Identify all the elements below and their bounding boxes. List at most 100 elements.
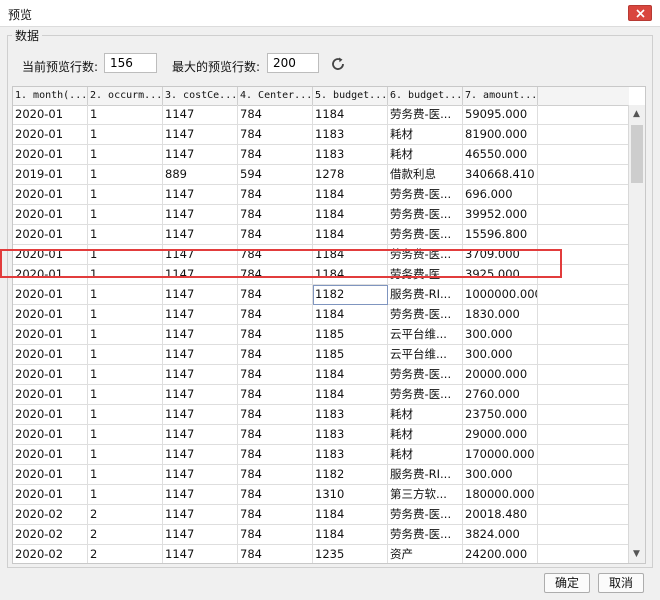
table-cell[interactable]: 784 — [238, 465, 313, 485]
max-rows-input[interactable] — [267, 53, 319, 73]
table-cell[interactable]: 784 — [238, 345, 313, 365]
table-cell[interactable]: 劳务费-医... — [388, 185, 463, 205]
table-cell[interactable]: 劳务费-医... — [388, 225, 463, 245]
table-cell[interactable]: 1184 — [313, 205, 388, 225]
table-cell[interactable]: 借款利息 — [388, 165, 463, 185]
table-cell[interactable]: 784 — [238, 105, 313, 125]
table-cell[interactable]: 784 — [238, 265, 313, 285]
table-cell[interactable]: 20000.000 — [463, 365, 538, 385]
table-cell[interactable]: 劳务费-医... — [388, 205, 463, 225]
table-cell[interactable]: 784 — [238, 385, 313, 405]
table-cell[interactable]: 3824.000 — [463, 525, 538, 545]
table-cell[interactable]: 1185 — [313, 345, 388, 365]
table-cell[interactable]: 劳务费-医... — [388, 245, 463, 265]
table-row[interactable]: 2020-01 1 1147 784 1183 耗材 46550.000 — [13, 145, 629, 165]
table-cell[interactable]: 1 — [88, 165, 163, 185]
table-cell[interactable]: 784 — [238, 485, 313, 505]
table-cell[interactable]: 2020-01 — [13, 405, 88, 425]
table-cell[interactable]: 服务费-RI... — [388, 285, 463, 305]
table-cell[interactable]: 2020-01 — [13, 345, 88, 365]
table-cell[interactable]: 46550.000 — [463, 145, 538, 165]
table-cell[interactable]: 784 — [238, 405, 313, 425]
table-cell[interactable]: 180000.000 — [463, 485, 538, 505]
table-cell[interactable]: 39952.000 — [463, 205, 538, 225]
table-cell[interactable]: 劳务费-医... — [388, 265, 463, 285]
table-row[interactable]: 2020-01 1 1147 784 1184 劳务费-医... 3925.000 — [13, 265, 629, 285]
table-row[interactable]: 2020-01 1 1147 784 1182 服务费-RI... 1000000.000 — [13, 285, 629, 305]
table-cell[interactable]: 服务费-RI... — [388, 465, 463, 485]
column-header-1[interactable]: 1. month(... — [13, 87, 88, 105]
table-cell[interactable]: 2020-01 — [13, 205, 88, 225]
table-cell[interactable]: 1147 — [163, 105, 238, 125]
table-row[interactable]: 2020-02 2 1147 784 1184 劳务费-医... 20018.480 — [13, 505, 629, 525]
table-cell[interactable]: 2020-01 — [13, 425, 88, 445]
table-row[interactable]: 2019-01 1 889 594 1278 借款利息 340668.410 — [13, 165, 629, 185]
table-cell[interactable]: 1147 — [163, 245, 238, 265]
column-header-4[interactable]: 4. Center... — [238, 87, 313, 105]
table-cell[interactable]: 1183 — [313, 405, 388, 425]
table-cell[interactable]: 1184 — [313, 105, 388, 125]
table-cell[interactable]: 1185 — [313, 325, 388, 345]
table-cell[interactable]: 1147 — [163, 385, 238, 405]
table-cell[interactable]: 2020-01 — [13, 305, 88, 325]
table-cell[interactable]: 784 — [238, 185, 313, 205]
table-cell[interactable]: 784 — [238, 225, 313, 245]
table-cell[interactable]: 23750.000 — [463, 405, 538, 425]
table-cell[interactable]: 2 — [88, 505, 163, 525]
table-cell[interactable]: 1830.000 — [463, 305, 538, 325]
table-cell[interactable]: 784 — [238, 285, 313, 305]
table-cell[interactable]: 784 — [238, 425, 313, 445]
table-cell[interactable]: 2020-01 — [13, 325, 88, 345]
refresh-icon[interactable] — [329, 55, 347, 73]
table-cell[interactable]: 784 — [238, 205, 313, 225]
table-cell[interactable]: 784 — [238, 145, 313, 165]
table-cell[interactable]: 300.000 — [463, 345, 538, 365]
table-cell[interactable]: 1147 — [163, 305, 238, 325]
table-cell[interactable]: 2 — [88, 545, 163, 563]
table-cell[interactable]: 1 — [88, 305, 163, 325]
table-cell[interactable]: 1147 — [163, 445, 238, 465]
table-cell[interactable]: 2020-01 — [13, 125, 88, 145]
table-cell[interactable]: 2020-01 — [13, 185, 88, 205]
table-cell[interactable]: 耗材 — [388, 145, 463, 165]
table-cell[interactable]: 2020-01 — [13, 485, 88, 505]
table-cell[interactable]: 1183 — [313, 145, 388, 165]
table-row[interactable]: 2020-01 1 1147 784 1183 耗材 23750.000 — [13, 405, 629, 425]
table-cell[interactable]: 1147 — [163, 505, 238, 525]
table-cell[interactable]: 1147 — [163, 145, 238, 165]
table-cell[interactable]: 1147 — [163, 285, 238, 305]
table-cell[interactable]: 1 — [88, 365, 163, 385]
table-cell[interactable]: 1147 — [163, 185, 238, 205]
table-cell[interactable]: 1183 — [313, 125, 388, 145]
table-row[interactable]: 2020-02 2 1147 784 1184 劳务费-医... 3824.000 — [13, 525, 629, 545]
table-cell[interactable]: 1182 — [313, 285, 388, 305]
table-cell[interactable]: 2019-01 — [13, 165, 88, 185]
table-cell[interactable]: 340668.410 — [463, 165, 538, 185]
table-cell[interactable]: 2020-01 — [13, 385, 88, 405]
table-row[interactable]: 2020-01 1 1147 784 1183 耗材 29000.000 — [13, 425, 629, 445]
table-cell[interactable]: 2760.000 — [463, 385, 538, 405]
table-row[interactable]: 2020-02 2 1147 784 1235 资产 24200.000 — [13, 545, 629, 563]
table-cell[interactable]: 劳务费-医... — [388, 305, 463, 325]
table-cell[interactable]: 1 — [88, 485, 163, 505]
current-rows-input[interactable] — [104, 53, 157, 73]
table-cell[interactable]: 1184 — [313, 225, 388, 245]
column-header-6[interactable]: 6. budget... — [388, 87, 463, 105]
table-cell[interactable]: 1 — [88, 385, 163, 405]
table-cell[interactable]: 784 — [238, 505, 313, 525]
vertical-scrollbar[interactable]: ▲ ▼ — [628, 105, 645, 563]
table-cell[interactable]: 劳务费-医... — [388, 365, 463, 385]
table-cell[interactable]: 20018.480 — [463, 505, 538, 525]
table-cell[interactable]: 1 — [88, 325, 163, 345]
table-cell[interactable]: 1310 — [313, 485, 388, 505]
table-cell[interactable]: 1 — [88, 265, 163, 285]
column-header-7[interactable]: 7. amount... — [463, 87, 538, 105]
table-cell[interactable]: 1 — [88, 445, 163, 465]
table-cell[interactable]: 2020-02 — [13, 505, 88, 525]
table-row[interactable]: 2020-01 1 1147 784 1184 劳务费-医... 2760.000 — [13, 385, 629, 405]
table-cell[interactable]: 784 — [238, 445, 313, 465]
table-row[interactable]: 2020-01 1 1147 784 1185 云平台维... 300.000 — [13, 345, 629, 365]
table-cell[interactable]: 1147 — [163, 325, 238, 345]
column-header-3[interactable]: 3. costCe... — [163, 87, 238, 105]
table-cell[interactable]: 耗材 — [388, 425, 463, 445]
